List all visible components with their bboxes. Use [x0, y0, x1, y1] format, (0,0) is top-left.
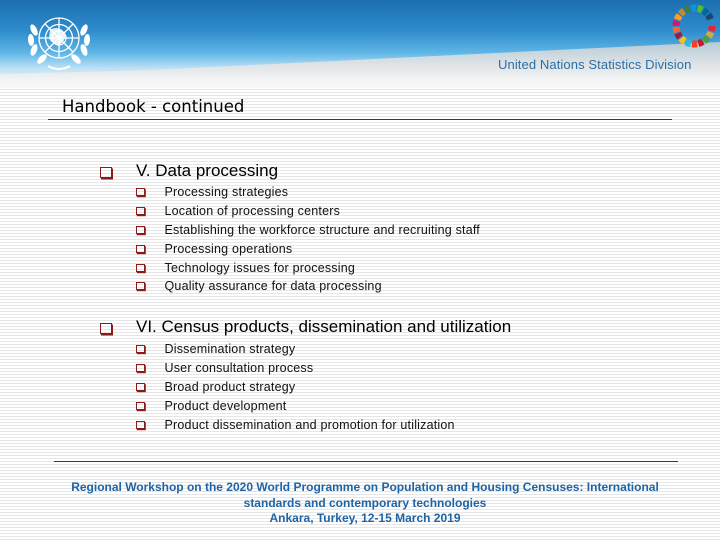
list-item-text: Product dissemination and promotion for … — [164, 417, 455, 432]
checkbox-bullet-icon — [136, 420, 145, 429]
list-item: Technology issues for processing — [136, 258, 480, 277]
checkbox-bullet-icon — [136, 263, 145, 272]
list-item-text: User consultation process — [164, 361, 314, 376]
list-item: User consultation process — [136, 359, 511, 378]
list-item: Processing operations — [136, 239, 480, 258]
list-item: Establishing the workforce structure and… — [136, 221, 480, 240]
checkbox-bullet-icon — [136, 401, 145, 410]
section-label: V. Data processing — [136, 161, 279, 180]
footer-divider — [54, 461, 678, 462]
checkbox-bullet-icon — [136, 188, 145, 197]
list-item: Product dissemination and promotion for … — [136, 415, 511, 434]
header-fade — [0, 72, 720, 88]
section-heading: VI. Census products, dissemination and u… — [100, 316, 511, 338]
section-census-products: VI. Census products, dissemination and u… — [100, 316, 511, 434]
list-item: Product development — [136, 396, 511, 415]
footer-line-2: standards and contemporary technologies — [243, 495, 487, 510]
slide-header: United Nations Statistics Division — [0, 0, 720, 88]
list-item-text: Establishing the workforce structure and… — [164, 222, 480, 237]
section-heading: V. Data processing — [100, 160, 480, 182]
list-item-text: Dissemination strategy — [164, 342, 296, 357]
list-item-text: Processing strategies — [164, 185, 289, 200]
sub-list: Dissemination strategy User consultation… — [100, 340, 511, 434]
footer-line-3: Ankara, Turkey, 12-15 March 2019 — [269, 511, 461, 525]
checkbox-bullet-icon — [136, 364, 145, 373]
list-item: Dissemination strategy — [136, 340, 511, 359]
title-divider — [48, 119, 672, 120]
checkbox-bullet-icon — [100, 166, 112, 178]
list-item-text: Location of processing centers — [164, 204, 341, 219]
list-item-text: Technology issues for processing — [164, 260, 356, 275]
checkbox-bullet-icon — [136, 345, 145, 354]
checkbox-bullet-icon — [136, 282, 145, 291]
list-item-text: Quality assurance for data processing — [164, 279, 382, 294]
list-item: Quality assurance for data processing — [136, 277, 480, 296]
checkbox-bullet-icon — [136, 225, 145, 234]
list-item-text: Processing operations — [164, 241, 293, 256]
checkbox-bullet-icon — [136, 207, 145, 216]
checkbox-bullet-icon — [136, 382, 145, 391]
sdg-wheel-icon — [672, 4, 716, 48]
footer-line-1: Regional Workshop on the 2020 World Prog… — [71, 480, 659, 494]
footer: Regional Workshop on the 2020 World Prog… — [60, 480, 670, 527]
list-item: Location of processing centers — [136, 202, 480, 221]
sub-list: Processing strategies Location of proces… — [100, 183, 480, 296]
slide-title: Handbook - continued — [62, 97, 245, 116]
section-label: VI. Census products, dissemination and u… — [136, 317, 512, 336]
checkbox-bullet-icon — [136, 244, 145, 253]
section-data-processing: V. Data processing Processing strategies… — [100, 160, 480, 296]
list-item: Processing strategies — [136, 183, 480, 202]
list-item-text: Product development — [164, 398, 287, 413]
checkbox-bullet-icon — [100, 322, 112, 334]
list-item-text: Broad product strategy — [164, 379, 296, 394]
organization-name: United Nations Statistics Division — [498, 57, 692, 72]
un-emblem-icon — [27, 17, 91, 70]
list-item: Broad product strategy — [136, 378, 511, 397]
